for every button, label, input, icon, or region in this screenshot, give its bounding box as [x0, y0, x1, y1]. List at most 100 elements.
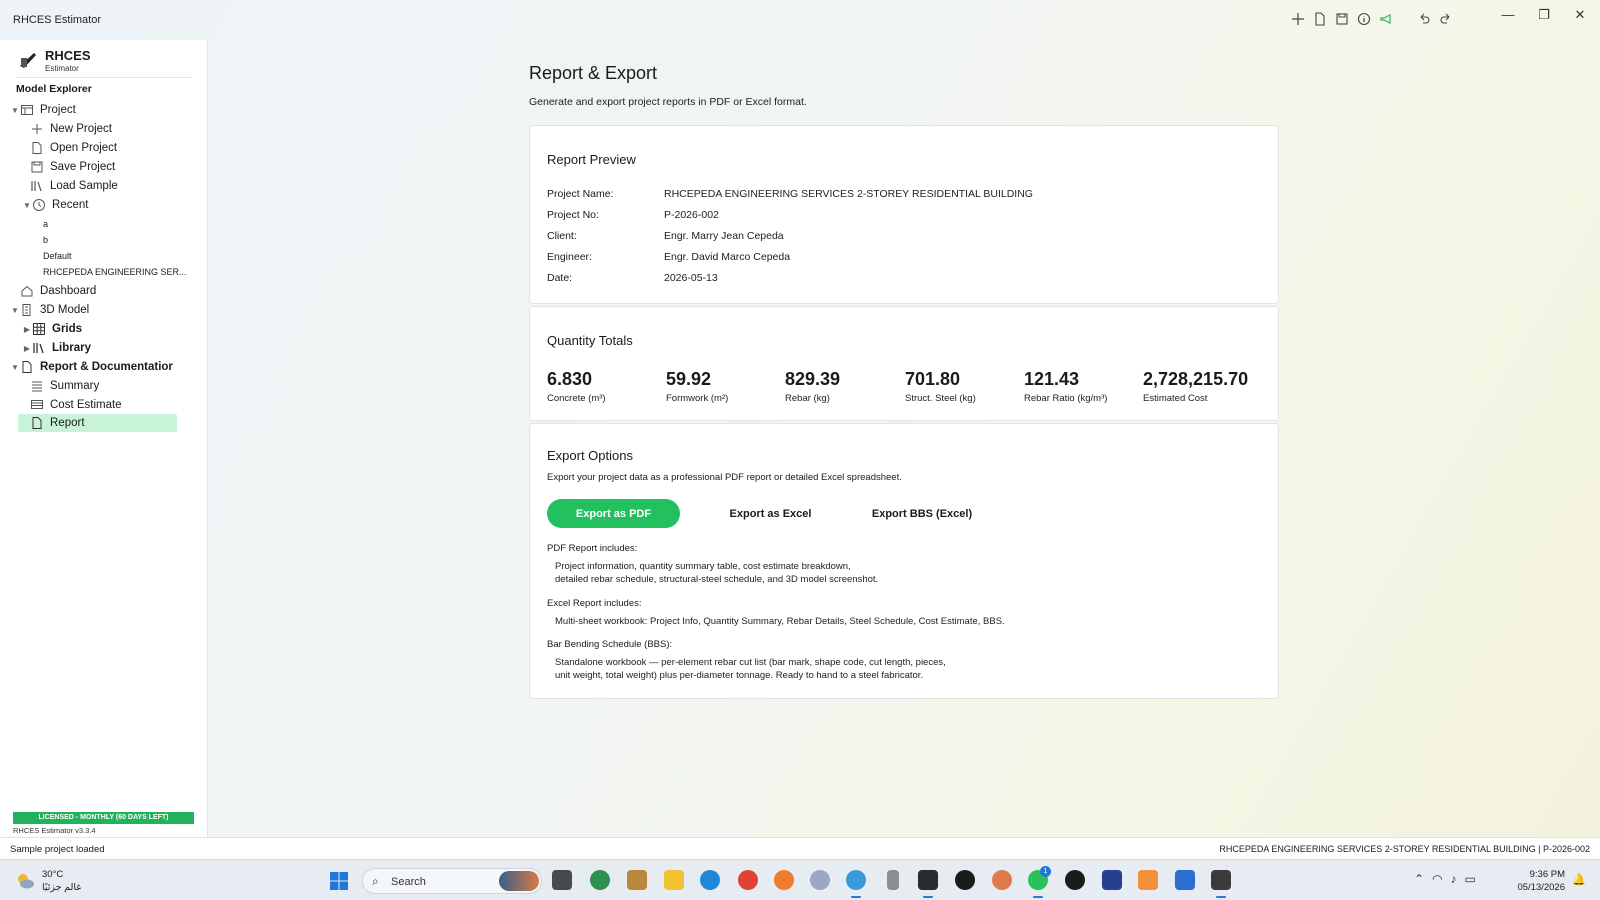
sidebar-item-report[interactable]: Report: [18, 414, 177, 432]
whatsapp-icon[interactable]: 1: [1028, 866, 1051, 898]
globe-app-icon[interactable]: [590, 870, 610, 890]
quantity-totals-card: Quantity Totals 6.830 Concrete (m³) 59.9…: [529, 306, 1279, 421]
undo-icon[interactable]: [1416, 11, 1432, 27]
sidebar-item-grids[interactable]: ▶ Grids: [22, 320, 82, 338]
powershell-icon[interactable]: [1102, 870, 1122, 890]
system-tray: ⌃ ◠ ♪ ▭: [1414, 872, 1476, 886]
new-file-icon[interactable]: [1312, 11, 1328, 27]
excel-section-body: Multi-sheet workbook: Project Info, Quan…: [555, 616, 1005, 627]
client-label: Client:: [547, 230, 577, 242]
chevron-up-icon[interactable]: ⌃: [1414, 872, 1424, 886]
minimize-button[interactable]: —: [1490, 4, 1526, 26]
qty-value: 2,728,215.70: [1143, 369, 1249, 389]
device-app-icon[interactable]: [887, 870, 899, 890]
notepad-icon[interactable]: [1175, 870, 1195, 890]
bbs-section-body: Standalone workbook — per-element rebar …: [555, 657, 946, 681]
close-button[interactable]: ✕: [1562, 4, 1598, 26]
book-app-icon[interactable]: [627, 870, 647, 890]
translate-app-icon[interactable]: [810, 870, 830, 890]
chevron-down-icon[interactable]: ▼: [10, 106, 20, 115]
qty-label: Struct. Steel (kg): [905, 393, 976, 404]
taskbar: 30°C غالم جزئيًا ⌕ Search 1 ⌃ ◠ ♪ ▭ 9:36…: [0, 859, 1600, 900]
github-icon[interactable]: [1065, 870, 1085, 890]
sidebar-item-report-documentation[interactable]: ▼ Report & Documentatior: [10, 358, 173, 376]
sidebar-item-cost-estimate[interactable]: Cost Estimate: [30, 396, 122, 414]
redo-icon[interactable]: [1438, 11, 1454, 27]
sidebar-item-recent[interactable]: ▼ Recent: [22, 196, 88, 214]
weather-icon: [18, 874, 34, 889]
chevron-right-icon[interactable]: ▶: [22, 325, 32, 334]
maximize-button[interactable]: ❐: [1526, 4, 1562, 26]
plus-icon[interactable]: [1290, 11, 1306, 27]
qty-value: 701.80: [905, 369, 961, 389]
sidebar-item-3d-model[interactable]: ▼ 3D Model: [10, 301, 89, 319]
save-icon[interactable]: [1334, 11, 1350, 27]
rhces-estimator-icon[interactable]: [1211, 870, 1231, 898]
building-icon: [22, 304, 31, 316]
weather-widget[interactable]: 30°C غالم جزئيًا: [14, 867, 104, 895]
network-app-icon[interactable]: [846, 870, 866, 898]
export-options-card: Export Options Export your project data …: [529, 423, 1279, 699]
clock[interactable]: 9:36 PM 05/13/2026: [1505, 868, 1565, 894]
file-explorer-icon[interactable]: [664, 870, 684, 890]
battery-icon[interactable]: ▭: [1465, 872, 1476, 886]
qty-label: Rebar Ratio (kg/m³): [1024, 393, 1108, 404]
project-icon: [21, 105, 33, 115]
library-icon: [33, 343, 44, 354]
recent-item[interactable]: RHCEPEDA ENGINEERING SER...: [43, 263, 187, 281]
export-excel-button[interactable]: Export as Excel: [704, 499, 837, 528]
sidebar-item-load-sample[interactable]: Load Sample: [30, 177, 118, 195]
chevron-right-icon[interactable]: ▶: [22, 344, 32, 353]
qty-label: Estimated Cost: [1143, 393, 1208, 404]
sidebar-item-dashboard[interactable]: Dashboard: [20, 282, 96, 300]
qty-value: 121.43: [1024, 369, 1080, 389]
engineer-value: Engr. David Marco Cepeda: [664, 251, 791, 263]
bbs-section-heading: Bar Bending Schedule (BBS):: [547, 639, 673, 650]
volume-icon[interactable]: ♪: [1451, 872, 1457, 886]
task-view-icon[interactable]: [552, 870, 572, 890]
claude-icon[interactable]: [992, 870, 1012, 890]
edge-browser-icon[interactable]: [700, 870, 720, 890]
announcement-icon[interactable]: [1378, 11, 1394, 27]
chrome-browser-icon[interactable]: [738, 870, 758, 890]
search-app-icon[interactable]: [774, 870, 794, 890]
version-label: RHCES Estimator v3.3.4: [13, 826, 96, 835]
chevron-down-icon[interactable]: ▼: [22, 201, 32, 210]
export-pdf-button[interactable]: Export as PDF: [547, 499, 680, 528]
taskbar-search[interactable]: ⌕ Search: [362, 868, 542, 894]
license-badge: LICENSED - MONTHLY (60 DAYS LEFT): [13, 812, 194, 824]
windows-start-icon[interactable]: [330, 872, 348, 890]
sidebar-item-summary[interactable]: Summary: [30, 377, 99, 395]
engineer-label: Engineer:: [547, 251, 592, 263]
qty-struct-steel: 701.80 Struct. Steel (kg): [905, 369, 976, 404]
chatgpt-icon[interactable]: [955, 870, 975, 890]
terminal-icon[interactable]: [918, 870, 938, 898]
notification-bell-icon[interactable]: 🔔: [1572, 873, 1586, 886]
chevron-down-icon[interactable]: ▼: [10, 306, 20, 315]
weather-temp: 30°C: [42, 869, 64, 880]
pdf-section-heading: PDF Report includes:: [547, 543, 638, 554]
sidebar-item-new-project[interactable]: New Project: [30, 120, 112, 138]
export-bbs-button[interactable]: Export BBS (Excel): [847, 499, 997, 528]
brand-sub: Estimator: [45, 64, 79, 73]
app-orange-icon[interactable]: [1138, 870, 1158, 890]
sidebar-item-open-project[interactable]: Open Project: [30, 139, 117, 157]
search-highlight-image: [499, 871, 539, 891]
pdf-section-body: Project information, quantity summary ta…: [555, 561, 879, 585]
project-no-label: Project No:: [547, 209, 599, 221]
date-value: 2026-05-13: [664, 272, 718, 284]
export-description: Export your project data as a profession…: [547, 472, 902, 483]
info-icon[interactable]: [1356, 11, 1372, 27]
chevron-down-icon[interactable]: ▼: [10, 363, 20, 372]
sidebar-item-library[interactable]: ▶ Library: [22, 339, 91, 357]
status-project: RHCEPEDA ENGINEERING SERVICES 2-STOREY R…: [1219, 844, 1590, 854]
excel-section-heading: Excel Report includes:: [547, 598, 642, 609]
qty-label: Concrete (m³): [547, 393, 606, 404]
wifi-icon[interactable]: ◠: [1432, 872, 1442, 886]
sidebar-item-project[interactable]: ▼ Project: [10, 101, 76, 119]
qty-value: 6.830: [547, 369, 593, 389]
qty-estimated-cost: 2,728,215.70 Estimated Cost: [1143, 369, 1248, 404]
sidebar-item-save-project[interactable]: Save Project: [30, 158, 115, 176]
date-label: Date:: [547, 272, 573, 284]
card-title: Report Preview: [547, 152, 636, 167]
